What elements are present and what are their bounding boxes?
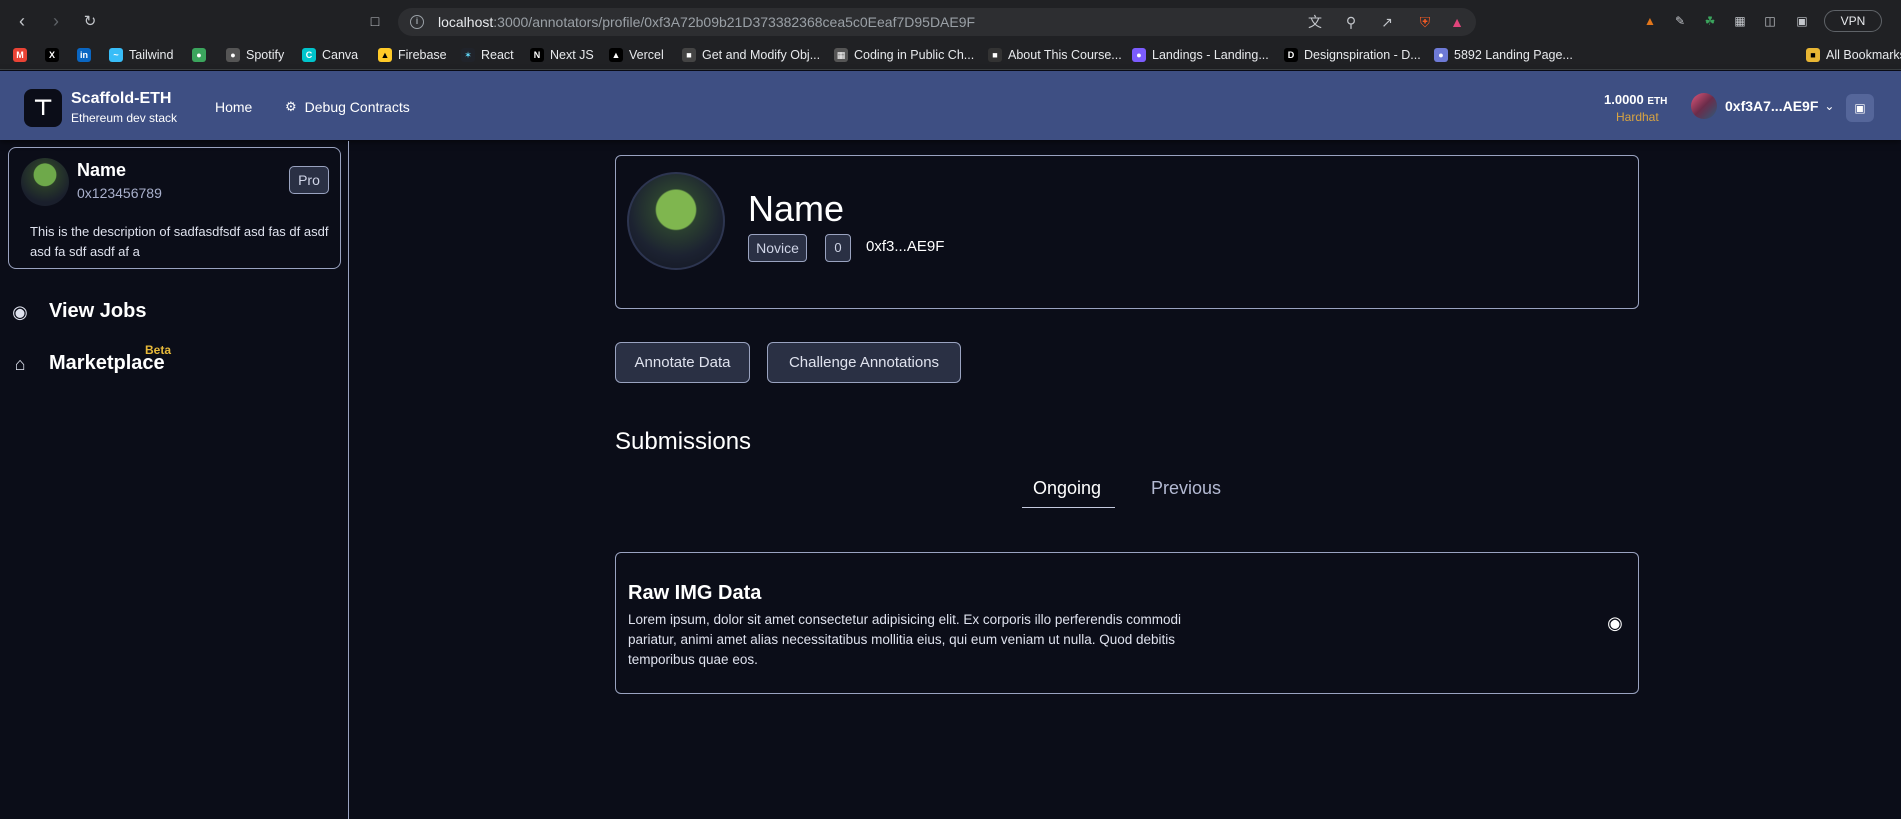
profile-name: Name	[748, 188, 845, 229]
tab-ongoing[interactable]: Ongoing	[1033, 478, 1101, 499]
color-picker-icon[interactable]: ✎	[1670, 11, 1690, 31]
eye-icon[interactable]: ◉	[1603, 611, 1627, 635]
active-tab-indicator	[1022, 507, 1115, 508]
section-title: Submissions	[615, 428, 752, 455]
bookmark-get-modify[interactable]: ■ Get and Modify Obj...	[682, 48, 820, 62]
annotate-data-button[interactable]: Annotate Data	[615, 342, 750, 383]
back-icon[interactable]: ‹	[11, 10, 33, 32]
site-info-icon[interactable]: i	[410, 15, 424, 29]
translate-icon[interactable]: 文	[1306, 13, 1324, 31]
bookmark-landing-page[interactable]: ● 5892 Landing Page...	[1434, 48, 1573, 62]
wallet-icon[interactable]: ▣	[1792, 11, 1812, 31]
eye-icon: ◉	[12, 301, 28, 322]
reload-icon[interactable]: ↻	[79, 10, 101, 32]
avatar	[21, 158, 69, 206]
bookmark-page-icon[interactable]: □	[364, 10, 386, 32]
bookmark-landings[interactable]: ● Landings - Landing...	[1132, 48, 1269, 62]
share-icon[interactable]: ↗	[1378, 13, 1396, 31]
network-label: Hardhat	[1616, 110, 1659, 124]
bookmarks-bar: M X in ~ Tailwind ● ● Spotify C Canva ▲ Fire…	[0, 42, 1901, 70]
qr-code-icon[interactable]: ▣	[1846, 94, 1874, 122]
forward-icon[interactable]: ›	[45, 10, 67, 32]
level-badge: Novice	[748, 234, 807, 262]
bookmark-react[interactable]: ✶ React	[461, 48, 514, 62]
scaffold-logo-icon[interactable]: ⊤	[24, 89, 62, 127]
gmail-bookmark[interactable]: M	[13, 48, 33, 62]
vpn-button[interactable]: VPN	[1824, 10, 1882, 32]
brand-title[interactable]: Scaffold-ETH	[71, 90, 171, 108]
extension-icon[interactable]: ☘	[1700, 11, 1720, 31]
all-bookmarks[interactable]: ■ All Bookmarks	[1806, 48, 1901, 62]
tab-previous[interactable]: Previous	[1151, 478, 1221, 499]
avatar	[627, 172, 725, 270]
app-header: ⊤ Scaffold-ETH Ethereum dev stack Home ⚙…	[0, 71, 1901, 140]
sidebar-toggle-icon[interactable]: ◫	[1760, 11, 1780, 31]
bookmark-nextjs[interactable]: N Next JS	[530, 48, 594, 62]
profile-address: 0xf3...AE9F	[866, 238, 945, 255]
metamask-icon[interactable]: ▲	[1640, 11, 1660, 31]
job-card[interactable]: Raw IMG Data Lorem ipsum, dolor sit amet…	[615, 552, 1639, 694]
chevron-down-icon: ⌄	[1824, 99, 1835, 113]
sidebar-item-view-jobs[interactable]: ◉ View Jobs	[9, 300, 146, 323]
brave-rewards-icon[interactable]: ▲	[1448, 13, 1466, 31]
bug-icon: ⚙	[285, 99, 297, 114]
bookmark-generic[interactable]: ●	[192, 48, 212, 62]
nav-home[interactable]: Home	[215, 99, 252, 115]
x-bookmark[interactable]: X	[45, 48, 65, 62]
bookmark-designspiration[interactable]: D Designspiration - D...	[1284, 48, 1421, 62]
count-badge: 0	[825, 234, 851, 262]
eth-balance: 1.0000 ETH	[1604, 92, 1668, 107]
bookmark-vercel[interactable]: ▲ Vercel	[609, 48, 664, 62]
job-description: Lorem ipsum, dolor sit amet consectetur …	[628, 612, 1181, 667]
nav-debug-contracts[interactable]: ⚙ Debug Contracts	[285, 99, 410, 115]
sidebar-profile-description: This is the description of sadfasdfsdf a…	[30, 224, 329, 259]
store-icon: ⌂	[14, 353, 26, 374]
sidebar-profile-card: Name 0x123456789 Pro This is the descrip…	[8, 147, 341, 269]
bookmark-spotify[interactable]: ● Spotify	[226, 48, 284, 62]
wallet-avatar	[1691, 93, 1717, 119]
pro-badge: Pro	[289, 166, 329, 194]
sidebar: Name 0x123456789 Pro This is the descrip…	[0, 141, 349, 819]
url-text[interactable]: localhost:3000/annotators/profile/0xf3A7…	[438, 14, 975, 30]
bookmark-canva[interactable]: C Canva	[302, 48, 358, 62]
challenge-annotations-button[interactable]: Challenge Annotations	[767, 342, 961, 383]
browser-toolbar: ‹ › ↻ □ i localhost:3000/annotators/prof…	[0, 0, 1901, 42]
zoom-icon[interactable]: ⚲	[1342, 13, 1360, 31]
profile-hero-card: Name Novice 0 0xf3...AE9F	[615, 155, 1639, 309]
puzzle-icon[interactable]: ▦	[1730, 11, 1750, 31]
address-bar[interactable]: i localhost:3000/annotators/profile/0xf3…	[398, 8, 1476, 36]
sidebar-item-marketplace[interactable]: ⌂ Marketplace	[9, 352, 165, 375]
bookmark-firebase[interactable]: ▲ Firebase	[378, 48, 447, 62]
bookmark-about-course[interactable]: ■ About This Course...	[988, 48, 1122, 62]
brave-shield-icon[interactable]: ⛨	[1416, 13, 1434, 31]
linkedin-bookmark[interactable]: in	[77, 48, 97, 62]
beta-tag: Beta	[145, 343, 172, 357]
bookmark-tailwind[interactable]: ~ Tailwind	[109, 48, 173, 62]
sidebar-profile-name: Name	[77, 160, 127, 180]
job-title: Raw IMG Data	[628, 582, 762, 604]
brand-subtitle: Ethereum dev stack	[71, 111, 178, 125]
sidebar-profile-address: 0x123456789	[77, 185, 162, 201]
bookmark-coding-public[interactable]: ▦ Coding in Public Ch...	[834, 48, 974, 62]
wallet-dropdown[interactable]: 0xf3A7...AE9F ⌄	[1683, 89, 1835, 123]
